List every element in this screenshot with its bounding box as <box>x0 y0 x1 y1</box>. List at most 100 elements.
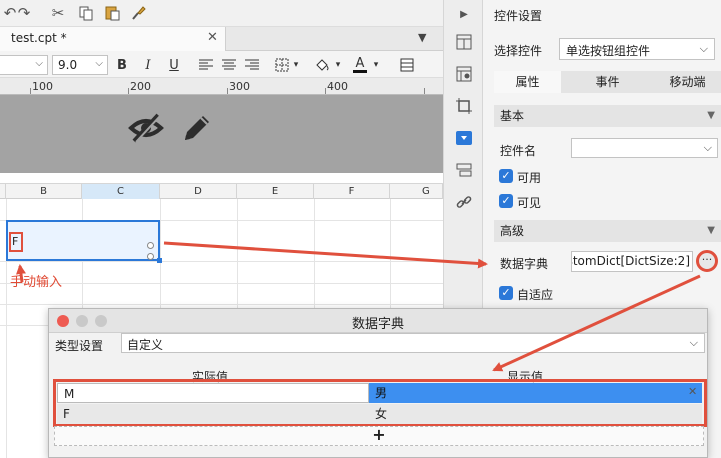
visible-checkbox[interactable]: ✓ <box>499 194 513 208</box>
cut-icon[interactable]: ✂ <box>48 3 68 23</box>
collapse-arrow-icon[interactable]: ▶ <box>454 4 474 24</box>
type-setting-label: 类型设置 <box>55 339 104 353</box>
column-header-g[interactable]: G <box>390 184 443 199</box>
tab-test-cpt[interactable]: test.cpt * ✕ <box>0 27 226 51</box>
horizontal-ruler: 100 200 300 400 <box>0 78 443 95</box>
dictionary-type-select[interactable]: 自定义 ⌵ <box>121 333 705 353</box>
dialog-title: 数据字典 <box>351 317 404 332</box>
autofit-label: 自适应 <box>517 288 554 302</box>
panel-title: 控件设置 <box>494 9 543 23</box>
panel-tabs: 属性 事件 移动端 <box>494 71 721 93</box>
ruler-label: 100 <box>32 80 53 93</box>
visible-label: 可见 <box>517 196 542 210</box>
column-header-d[interactable]: D <box>160 184 237 199</box>
format-painter-icon[interactable] <box>128 3 148 23</box>
cell-handle-icon[interactable] <box>147 253 154 260</box>
delete-row-icon[interactable]: ✕ <box>688 385 697 398</box>
select-control-label: 选择控件 <box>494 44 543 58</box>
manual-input-annotation: 手动输入 <box>10 275 63 290</box>
dictionary-type-value: 自定义 <box>127 338 164 352</box>
chevron-down-icon[interactable]: ▾ <box>366 55 386 75</box>
edit-pencil-icon[interactable] <box>181 110 213 144</box>
grid-line <box>0 283 443 284</box>
chevron-down-icon: ⌵ <box>703 141 712 154</box>
grid-line <box>0 261 443 262</box>
fill-handle[interactable] <box>157 258 162 263</box>
italic-button[interactable]: I <box>138 55 158 75</box>
align-right-icon[interactable] <box>242 55 262 75</box>
paste-icon[interactable] <box>102 3 122 23</box>
copy-icon[interactable] <box>76 3 96 23</box>
parameter-pane <box>0 95 443 173</box>
cell-handle-icon[interactable] <box>147 242 154 249</box>
ruler-label: 200 <box>130 80 151 93</box>
control-type-select[interactable]: 单选按钮组控件 ⌵ <box>559 38 715 60</box>
tab-mobile[interactable]: 移动端 <box>654 71 721 93</box>
selected-cell-b-c[interactable] <box>6 220 162 263</box>
advanced-section-title: 高级 <box>500 224 525 238</box>
sheet-settings-icon[interactable] <box>397 55 417 75</box>
hyperlink-icon[interactable] <box>454 192 474 212</box>
control-name-label: 控件名 <box>500 144 537 158</box>
column-headers: B C D E F G <box>0 183 443 199</box>
bold-button[interactable]: B <box>112 55 132 75</box>
autofit-checkbox[interactable]: ✓ <box>499 286 513 300</box>
column-header-f[interactable]: F <box>314 184 390 199</box>
chevron-down-icon: ⌵ <box>95 58 103 69</box>
chevron-down-icon: ⌵ <box>699 42 708 55</box>
underline-button[interactable]: U <box>164 55 184 75</box>
cell-attributes-icon[interactable] <box>454 32 474 52</box>
column-header-c[interactable]: C <box>82 184 160 199</box>
ruler-label: 300 <box>229 80 250 93</box>
chevron-down-icon[interactable]: ▾ <box>286 55 306 75</box>
enabled-label: 可用 <box>517 171 542 185</box>
main-toolbar: ↶ ↷ ✂ <box>0 0 443 27</box>
chevron-down-icon: ▼ <box>707 225 715 236</box>
tab-events[interactable]: 事件 <box>574 71 641 93</box>
tab-title: test.cpt * <box>11 31 67 45</box>
hidden-eye-icon[interactable] <box>128 111 164 145</box>
ruler-tick <box>128 88 129 94</box>
actual-value-cell[interactable]: M <box>57 383 369 403</box>
tab-menu-icon[interactable]: ▼ <box>418 31 426 44</box>
close-icon[interactable]: ✕ <box>207 30 218 45</box>
add-row-button[interactable]: + <box>54 426 704 446</box>
align-left-icon[interactable] <box>196 55 216 75</box>
frame-crop-icon[interactable] <box>454 96 474 116</box>
widget-settings-icon[interactable] <box>454 128 474 148</box>
align-center-icon[interactable] <box>219 55 239 75</box>
advanced-section-header[interactable]: 高级 ▼ <box>494 220 721 242</box>
ruler-tick <box>227 88 228 94</box>
control-type-value: 单选按钮组控件 <box>566 44 651 58</box>
font-color-letter: A <box>355 55 365 71</box>
actual-value-cell[interactable]: F <box>57 404 369 424</box>
font-size-select[interactable]: 9.0 ⌵ <box>52 55 108 75</box>
data-dictionary-edit-button[interactable]: ··· <box>696 250 718 272</box>
chevron-down-icon: ▼ <box>707 110 715 121</box>
font-color-swatch <box>353 69 367 73</box>
font-size-value: 9.0 <box>58 58 78 72</box>
display-value-cell[interactable]: 女 <box>369 404 702 424</box>
cell-value-f[interactable]: F <box>9 232 23 252</box>
control-name-input[interactable]: ⌵ <box>571 138 718 158</box>
basic-section-title: 基本 <box>500 109 525 123</box>
chevron-down-icon[interactable]: ▾ <box>328 55 348 75</box>
chevron-down-icon: ⌵ <box>35 58 43 69</box>
column-header-e[interactable]: E <box>237 184 314 199</box>
basic-section-header[interactable]: 基本 ▼ <box>494 105 721 127</box>
cell-element-icon[interactable] <box>454 64 474 84</box>
dictionary-table: M 男 ✕ F 女 <box>53 379 707 427</box>
data-dictionary-field[interactable]: CustomDict[DictSize:2] <box>571 251 693 272</box>
condition-attributes-icon[interactable] <box>454 160 474 180</box>
tab-properties[interactable]: 属性 <box>494 71 561 93</box>
column-header-b[interactable]: B <box>6 184 82 199</box>
font-family-select[interactable]: ⌵ <box>0 55 48 75</box>
ruler-tick <box>325 88 326 94</box>
enabled-checkbox[interactable]: ✓ <box>499 169 513 183</box>
chevron-down-icon: ⌵ <box>689 336 698 349</box>
data-dictionary-label: 数据字典 <box>500 257 549 271</box>
redo-icon[interactable]: ↷ <box>14 3 34 23</box>
data-dictionary-value: CustomDict[DictSize:2] <box>572 254 690 268</box>
document-tab-bar: test.cpt * ✕ ▼ <box>0 27 443 51</box>
display-value-cell[interactable]: 男 <box>369 383 702 403</box>
